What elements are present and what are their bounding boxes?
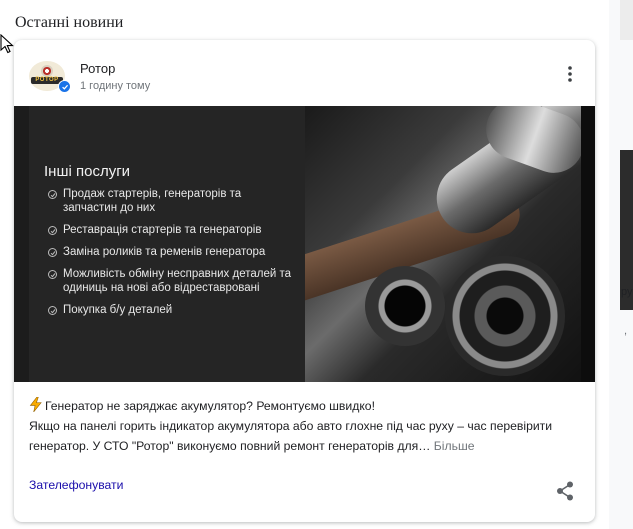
service-item: Продаж стартерів, генераторів та запчаст… <box>48 187 298 215</box>
check-circle-icon <box>48 306 57 315</box>
cursor-icon <box>0 34 14 54</box>
lightning-icon <box>29 397 42 412</box>
services-panel: Інші послуги Продаж стартерів, генератор… <box>29 106 305 382</box>
check-circle-icon <box>48 248 57 257</box>
post-header: РОТОР Ротор 1 годину тому <box>14 40 595 106</box>
check-circle-icon <box>48 190 57 199</box>
business-name[interactable]: Ротор <box>80 61 115 76</box>
adjacent-card-edge <box>620 0 633 40</box>
service-item: Реставрація стартерів та генераторів <box>48 223 298 237</box>
image-edge <box>581 106 595 382</box>
post-headline: Генератор не заряджає акумулятор? Ремонт… <box>45 399 375 413</box>
share-button[interactable] <box>554 480 576 502</box>
section-title: Останні новини <box>15 14 124 31</box>
post-image[interactable]: Інші послуги Продаж стартерів, генератор… <box>14 106 595 382</box>
services-list: Продаж стартерів, генераторів та запчаст… <box>48 187 298 325</box>
service-item: Заміна роликів та ременів генератора <box>48 245 298 259</box>
adjacent-card-text: ру <box>621 286 633 298</box>
more-link[interactable]: Більше <box>434 439 475 453</box>
engine-photo <box>305 106 581 382</box>
services-title: Інші послуги <box>44 163 131 180</box>
post-text: Генератор не заряджає акумулятор? Ремонт… <box>29 396 581 456</box>
verified-check-icon <box>58 80 71 93</box>
adjacent-card-text-2: , <box>624 325 628 337</box>
logo-gear-icon <box>41 65 53 77</box>
post-timestamp: 1 годину тому <box>80 80 151 92</box>
service-item: Можливість обміну несправних деталей та … <box>48 267 298 295</box>
more-options-button[interactable] <box>558 62 582 86</box>
news-post-card: РОТОР Ротор 1 годину тому Інші послуги П… <box>14 40 595 522</box>
more-vert-icon <box>568 66 572 82</box>
check-circle-icon <box>48 226 57 235</box>
call-button[interactable]: Зателефонувати <box>29 478 123 492</box>
service-item: Покупка б/у деталей <box>48 303 298 317</box>
share-icon <box>557 481 573 501</box>
check-circle-icon <box>48 270 57 279</box>
